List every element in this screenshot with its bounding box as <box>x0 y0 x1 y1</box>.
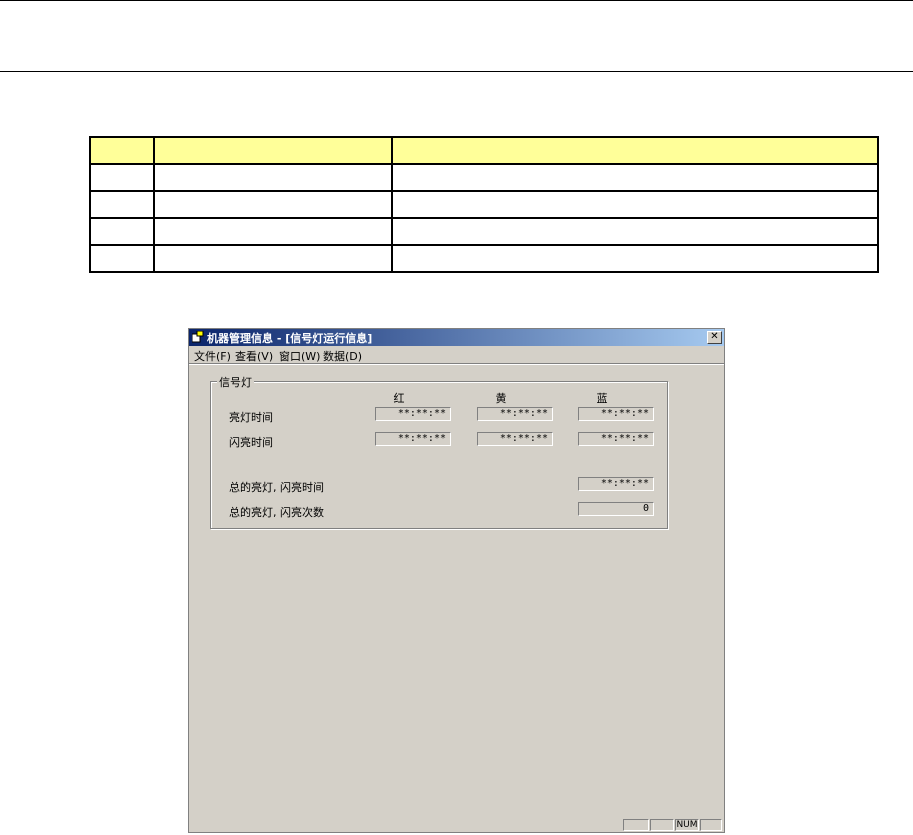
close-button[interactable]: ✕ <box>707 331 722 344</box>
table-cell <box>391 244 879 273</box>
table-cell <box>89 163 155 192</box>
document-table <box>89 136 879 273</box>
field-light-red: **:**:** <box>375 407 451 421</box>
table-cell <box>153 136 393 165</box>
field-light-yellow: **:**:** <box>477 407 553 421</box>
table-row <box>89 244 879 273</box>
top-rule <box>0 0 913 1</box>
table-cell <box>391 217 879 246</box>
table-cell <box>153 190 393 219</box>
column-yellow: 黄 <box>495 392 507 405</box>
table-row <box>89 190 879 219</box>
total-time-label: 总的亮灯, 闪亮时间 <box>229 481 324 494</box>
menu-data[interactable]: 数据(D) <box>323 348 362 364</box>
menu-bar: 文件(F) 查看(V) 窗口(W) 数据(D) <box>189 347 724 363</box>
menu-file[interactable]: 文件(F) <box>194 348 231 364</box>
status-pane-blank <box>650 819 674 831</box>
row-label-flash-time: 闪亮时间 <box>229 436 273 449</box>
menu-separator <box>189 363 724 365</box>
app-window-screenshot: 机器管理信息 - [信号灯运行信息] ✕ 文件(F) 查看(V) 窗口(W) 数… <box>188 328 725 833</box>
column-red: 红 <box>393 392 405 405</box>
table-cell <box>391 190 879 219</box>
table-cell <box>89 244 155 273</box>
close-icon: ✕ <box>710 331 719 342</box>
total-count-field: 0 <box>578 502 654 516</box>
column-blue: 蓝 <box>596 392 608 405</box>
table-row <box>89 163 879 192</box>
table-header-row <box>89 136 879 165</box>
menu-view[interactable]: 查看(V) <box>235 348 273 364</box>
field-light-blue: **:**:** <box>578 407 654 421</box>
status-pane-caps <box>623 819 649 831</box>
table-cell <box>153 217 393 246</box>
status-bar: NUM <box>189 818 724 832</box>
status-pane-num: NUM <box>675 819 699 831</box>
group-label: 信号灯 <box>217 374 254 390</box>
table-cell <box>89 190 155 219</box>
status-pane-scroll <box>700 819 722 831</box>
app-icon <box>192 331 204 343</box>
window-title: 机器管理信息 - [信号灯运行信息] <box>207 332 373 345</box>
table-cell <box>153 163 393 192</box>
table-row <box>89 217 879 246</box>
field-flash-blue: **:**:** <box>578 432 654 446</box>
total-time-field: **:**:** <box>578 477 654 491</box>
total-count-label: 总的亮灯, 闪亮次数 <box>229 506 324 519</box>
table-cell <box>391 163 879 192</box>
table-cell <box>89 136 155 165</box>
window-titlebar[interactable]: 机器管理信息 - [信号灯运行信息] ✕ <box>189 329 724 346</box>
field-flash-yellow: **:**:** <box>477 432 553 446</box>
header-rule <box>0 71 913 72</box>
table-cell <box>89 217 155 246</box>
table-cell <box>153 244 393 273</box>
field-flash-red: **:**:** <box>375 432 451 446</box>
menu-window[interactable]: 窗口(W) <box>279 348 320 364</box>
row-label-light-time: 亮灯时间 <box>229 411 273 424</box>
table-cell <box>391 136 879 165</box>
